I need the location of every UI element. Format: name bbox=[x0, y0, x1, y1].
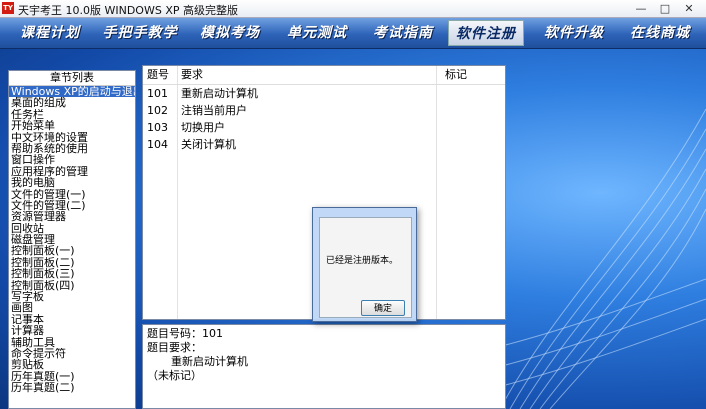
chapter-item[interactable]: 控制面板(三) bbox=[9, 268, 135, 279]
table-row[interactable]: 102 注销当前用户 bbox=[143, 102, 505, 119]
chapter-item[interactable]: 文件的管理(二) bbox=[9, 200, 135, 211]
chapter-items: Windows XP的启动与退出 桌面的组成 任务栏 开始菜单 中文环境的设置 … bbox=[9, 86, 135, 394]
chapter-item[interactable]: 命令提示符 bbox=[9, 348, 135, 359]
detail-requirement-text: 重新启动计算机 bbox=[171, 355, 248, 368]
menu-software-registration[interactable]: 软件注册 bbox=[448, 20, 524, 46]
swirl-decoration bbox=[489, 108, 706, 409]
header-question-number[interactable]: 题号 bbox=[147, 66, 169, 84]
chapter-item[interactable]: 剪贴板 bbox=[9, 359, 135, 370]
maximize-button[interactable]: □ bbox=[654, 1, 676, 16]
chapter-item[interactable]: 磁盘管理 bbox=[9, 234, 135, 245]
main-menu: 课程计划 手把手教学 模拟考场 单元测试 考试指南 软件注册 软件升级 在线商城 bbox=[0, 18, 706, 49]
chapter-item[interactable]: 资源管理器 bbox=[9, 211, 135, 222]
menu-unit-test[interactable]: 单元测试 bbox=[275, 20, 359, 46]
table-row[interactable]: 103 切换用户 bbox=[143, 119, 505, 136]
chapter-item[interactable]: 控制面板(一) bbox=[9, 245, 135, 256]
cell-number: 104 bbox=[147, 138, 168, 151]
chapter-item[interactable]: 开始菜单 bbox=[9, 120, 135, 131]
question-detail: 题目号码：101 题目要求： 重新启动计算机 （未标记） bbox=[142, 324, 506, 409]
chapter-item[interactable]: 桌面的组成 bbox=[9, 97, 135, 108]
chapter-item[interactable]: 计算器 bbox=[9, 325, 135, 336]
chapter-item[interactable]: 控制面板(四) bbox=[9, 280, 135, 291]
cell-number: 103 bbox=[147, 121, 168, 134]
table-header: 题号 要求 标记 bbox=[143, 66, 505, 85]
ok-button[interactable]: 确定 bbox=[361, 300, 405, 316]
chapter-list: 章节列表 Windows XP的启动与退出 桌面的组成 任务栏 开始菜单 中文环… bbox=[8, 70, 136, 409]
cell-requirement: 重新启动计算机 bbox=[181, 87, 258, 100]
chapter-item[interactable]: 中文环境的设置 bbox=[9, 132, 135, 143]
chapter-item[interactable]: 控制面板(二) bbox=[9, 257, 135, 268]
dialog-body: 已经是注册版本。 确定 bbox=[319, 217, 412, 318]
chapter-list-header: 章节列表 bbox=[9, 71, 135, 86]
menu-online-store[interactable]: 在线商城 bbox=[618, 20, 702, 46]
menu-mock-exam[interactable]: 模拟考场 bbox=[188, 20, 272, 46]
menu-software-upgrade[interactable]: 软件升级 bbox=[532, 20, 616, 46]
app-logo-icon: TY bbox=[2, 2, 14, 14]
window-title: 天宇考王 10.0版 WINDOWS XP 高级完整版 bbox=[18, 4, 238, 17]
cell-requirement: 注销当前用户 bbox=[181, 104, 247, 117]
chapter-item[interactable]: 回收站 bbox=[9, 223, 135, 234]
dialog-message: 已经是注册版本。 bbox=[326, 256, 399, 266]
cell-number: 102 bbox=[147, 104, 168, 117]
chapter-item[interactable]: 辅助工具 bbox=[9, 337, 135, 348]
chapter-item[interactable]: 历年真题(二) bbox=[9, 382, 135, 393]
chapter-item[interactable]: 任务栏 bbox=[9, 109, 135, 120]
header-requirement[interactable]: 要求 bbox=[181, 66, 203, 84]
table-row[interactable]: 104 关闭计算机 bbox=[143, 136, 505, 153]
chapter-item[interactable]: 写字板 bbox=[9, 291, 135, 302]
chapter-item[interactable]: 文件的管理(一) bbox=[9, 189, 135, 200]
menu-tutorial[interactable]: 手把手教学 bbox=[98, 20, 182, 46]
chapter-item[interactable]: Windows XP的启动与退出 bbox=[9, 86, 135, 98]
chapter-item[interactable]: 历年真题(一) bbox=[9, 371, 135, 382]
detail-mark-status: （未标记） bbox=[147, 369, 202, 382]
table-row[interactable]: 101 重新启动计算机 bbox=[143, 85, 505, 102]
minimize-button[interactable]: — bbox=[630, 1, 652, 16]
cell-number: 101 bbox=[147, 87, 168, 100]
detail-question-number: 题目号码：101 bbox=[147, 327, 223, 340]
close-button[interactable]: ✕ bbox=[678, 1, 700, 16]
window-titlebar: TY 天宇考王 10.0版 WINDOWS XP 高级完整版 — □ ✕ bbox=[0, 0, 706, 18]
chapter-item[interactable]: 我的电脑 bbox=[9, 177, 135, 188]
header-mark[interactable]: 标记 bbox=[445, 66, 467, 84]
cell-requirement: 关闭计算机 bbox=[181, 138, 236, 151]
cell-requirement: 切换用户 bbox=[181, 121, 225, 134]
chapter-item[interactable]: 应用程序的管理 bbox=[9, 166, 135, 177]
chapter-item[interactable]: 记事本 bbox=[9, 314, 135, 325]
chapter-item[interactable]: 画图 bbox=[9, 302, 135, 313]
menu-exam-guide[interactable]: 考试指南 bbox=[361, 20, 445, 46]
chapter-item[interactable]: 窗口操作 bbox=[9, 154, 135, 165]
chapter-item[interactable]: 帮助系统的使用 bbox=[9, 143, 135, 154]
menu-course-plan[interactable]: 课程计划 bbox=[8, 20, 92, 46]
detail-requirement-label: 题目要求： bbox=[147, 341, 202, 354]
registration-dialog: 已经是注册版本。 确定 bbox=[312, 207, 417, 322]
